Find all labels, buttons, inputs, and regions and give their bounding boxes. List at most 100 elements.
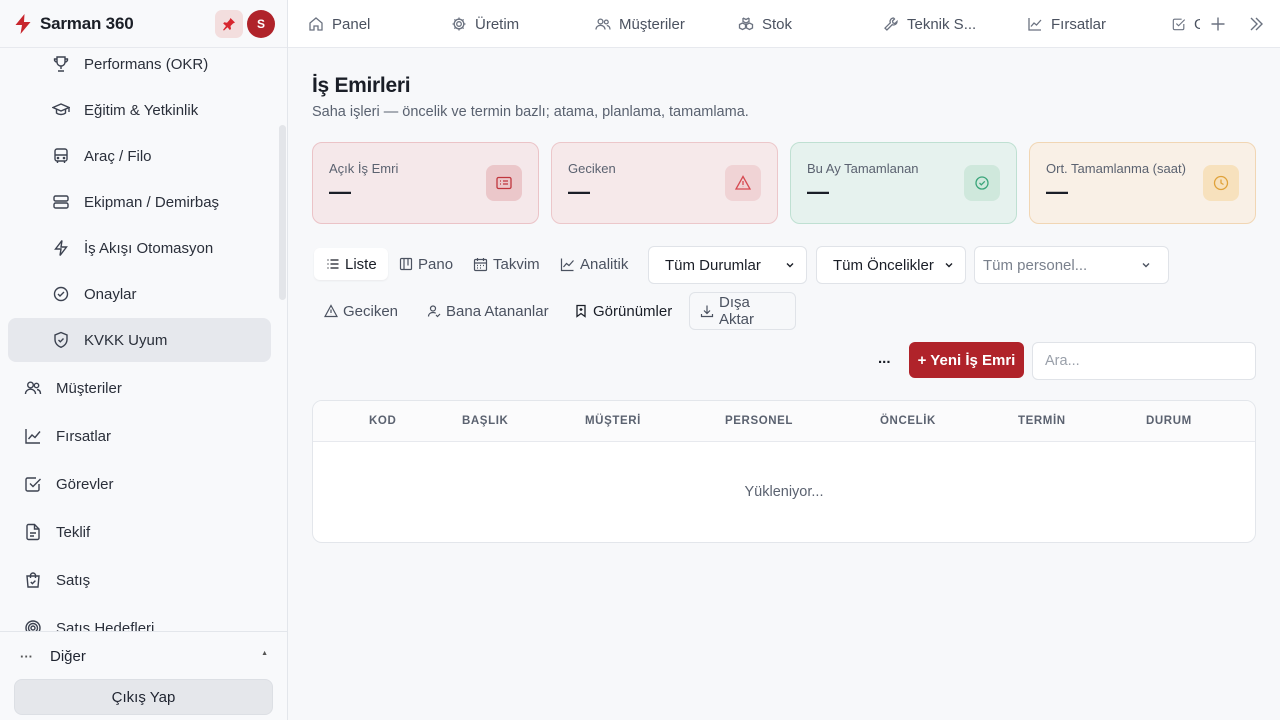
logout-button[interactable]: Çıkış Yap [14,679,273,715]
column-header-kod[interactable]: KOD [369,415,396,427]
board-icon [399,257,413,271]
pin-icon [222,17,236,31]
add-tab-button[interactable] [1208,14,1228,34]
tab-panel[interactable]: Panel [308,0,370,48]
sidebar-item-arac[interactable]: Araç / Filo [8,134,271,178]
tab-label: Müşteriler [619,15,685,33]
chevron-down-icon [784,259,796,271]
new-work-order-button[interactable]: + Yeni İş Emri [909,342,1024,378]
saved-views-button[interactable]: Görünümler [564,292,682,330]
tab-label: Teknik S... [907,15,977,33]
sidebar-item-onaylar[interactable]: Onaylar [8,272,271,316]
view-calendar-button[interactable]: Takvim [467,248,546,280]
sidebar-item-label: Onaylar [84,285,137,303]
column-header-oncelik[interactable]: ÖNCELİK [880,415,936,427]
personnel-select[interactable]: Tüm personel... [974,246,1169,284]
status-select[interactable]: Tüm Durumlar [648,246,807,284]
priority-select[interactable]: Tüm Öncelikler [816,246,966,284]
sidebar-item-ekipman[interactable]: Ekipman / Demirbaş [8,180,271,224]
warning-icon [725,165,761,201]
view-label: Pano [418,255,454,273]
clock-icon [1203,165,1239,201]
sidebar-item-label: Fırsatlar [56,427,112,445]
page-title: İş Emirleri [312,74,411,97]
sidebar-item-musteriler[interactable]: Müşteriler [8,366,271,410]
column-header-termin[interactable]: TERMİN [1018,415,1066,427]
plus-icon [1208,14,1228,34]
calendar-icon [473,257,488,272]
sidebar-item-is-akisi[interactable]: İş Akışı Otomasyon [8,226,271,270]
bus-icon [52,147,70,165]
sidebar-item-satis-hedefleri[interactable]: Satış Hedefleri [8,606,271,631]
export-button[interactable]: Dışa Aktar [689,292,796,330]
column-header-musteri[interactable]: MÜŞTERİ [585,415,641,427]
sidebar-footer: ··· Diğer ▲ Çıkış Yap [0,631,287,720]
document-icon [24,523,42,541]
brand-header: Sarman 360 S [0,0,287,48]
column-header-durum[interactable]: DURUM [1146,415,1192,427]
view-analytics-button[interactable]: Analitik [554,248,634,280]
app-name: Sarman 360 [40,13,134,33]
main-content: İş Emirleri Saha işleri — öncelik ve ter… [288,48,1280,720]
overdue-filter-button[interactable]: Geciken [314,292,408,330]
sidebar-item-gorevler[interactable]: Görevler [8,462,271,506]
view-board-button[interactable]: Pano [393,248,459,280]
tab-firsatlar[interactable]: Fırsatlar [1027,0,1106,48]
loading-text: Yükleniyor... [744,484,824,500]
table-header: KOD BAŞLIK MÜŞTERİ PERSONEL ÖNCELİK TERM… [313,401,1255,442]
sidebar-item-label: Satış [56,571,91,589]
home-icon [308,16,324,32]
tab-musteriler[interactable]: Müşteriler [595,0,685,48]
personnel-select-placeholder: Tüm personel... [983,256,1088,274]
filter-label: Geciken [343,302,399,320]
column-header-baslik[interactable]: BAŞLIK [462,415,508,427]
sidebar-item-egitim[interactable]: Eğitim & Yetkinlik [8,88,271,132]
sidebar-item-firsatlar[interactable]: Fırsatlar [8,414,271,458]
sidebar-item-label: Ekipman / Demirbaş [84,193,220,211]
double-chevron-right-icon [1246,14,1266,34]
column-header-personel[interactable]: PERSONEL [725,415,793,427]
checkbox-icon [1172,17,1186,31]
sidebar-item-kvkk[interactable]: KVKK Uyum [8,318,271,362]
tab-stok[interactable]: Stok [738,0,792,48]
wrench-icon [883,16,899,32]
tab-label: G [1194,15,1200,33]
bookmark-icon [574,304,588,318]
sidebar-item-label: Teklif [56,523,91,541]
lightning-logo-icon [14,13,32,34]
users-icon [24,379,42,397]
pin-button[interactable] [215,10,243,38]
view-list-button[interactable]: Liste [314,248,388,280]
tab-teknik-servis[interactable]: Teknik S... [883,0,983,48]
sidebar-item-performans[interactable]: Performans (OKR) [8,48,271,86]
more-tabs-button[interactable] [1246,14,1266,34]
sidebar-item-satis[interactable]: Satış [8,558,271,602]
shield-icon [52,331,70,349]
sidebar-nav: Performans (OKR) Eğitim & Yetkinlik Araç… [0,48,287,631]
assigned-to-me-button[interactable]: Bana Atananlar [417,292,559,330]
search-input[interactable] [1032,342,1256,380]
filter-label: Görünümler [593,302,673,320]
tab-uretim[interactable]: Üretim [451,0,519,48]
more-actions-button[interactable]: ... [878,350,891,367]
trend-chart-icon [24,427,42,445]
more-dots-icon: ··· [20,648,33,664]
users-icon [595,16,611,32]
other-menu-toggle[interactable]: ··· Diğer ▲ [20,644,272,668]
sidebar-item-teklif[interactable]: Teklif [8,510,271,554]
sidebar-scrollbar[interactable] [279,125,286,300]
work-orders-table: KOD BAŞLIK MÜŞTERİ PERSONEL ÖNCELİK TERM… [312,400,1256,543]
stat-label: Bu Ay Tamamlanan [807,161,919,176]
stat-card-completed: Bu Ay Tamamlanan — [790,142,1017,224]
chevron-down-icon [943,259,955,271]
stat-label: Geciken [568,161,616,176]
chevron-down-icon [1140,259,1152,271]
avatar[interactable]: S [247,10,275,38]
sidebar-item-label: KVKK Uyum [84,331,168,349]
page-subtitle: Saha işleri — öncelik ve termin bazlı; a… [312,104,749,120]
status-select-value: Tüm Durumlar [665,256,761,274]
stat-value: — [329,179,351,204]
sidebar-item-label: Eğitim & Yetkinlik [84,101,199,119]
tab-gorevler[interactable]: G [1172,0,1200,48]
stat-card-avg-time: Ort. Tamamlanma (saat) — [1029,142,1256,224]
